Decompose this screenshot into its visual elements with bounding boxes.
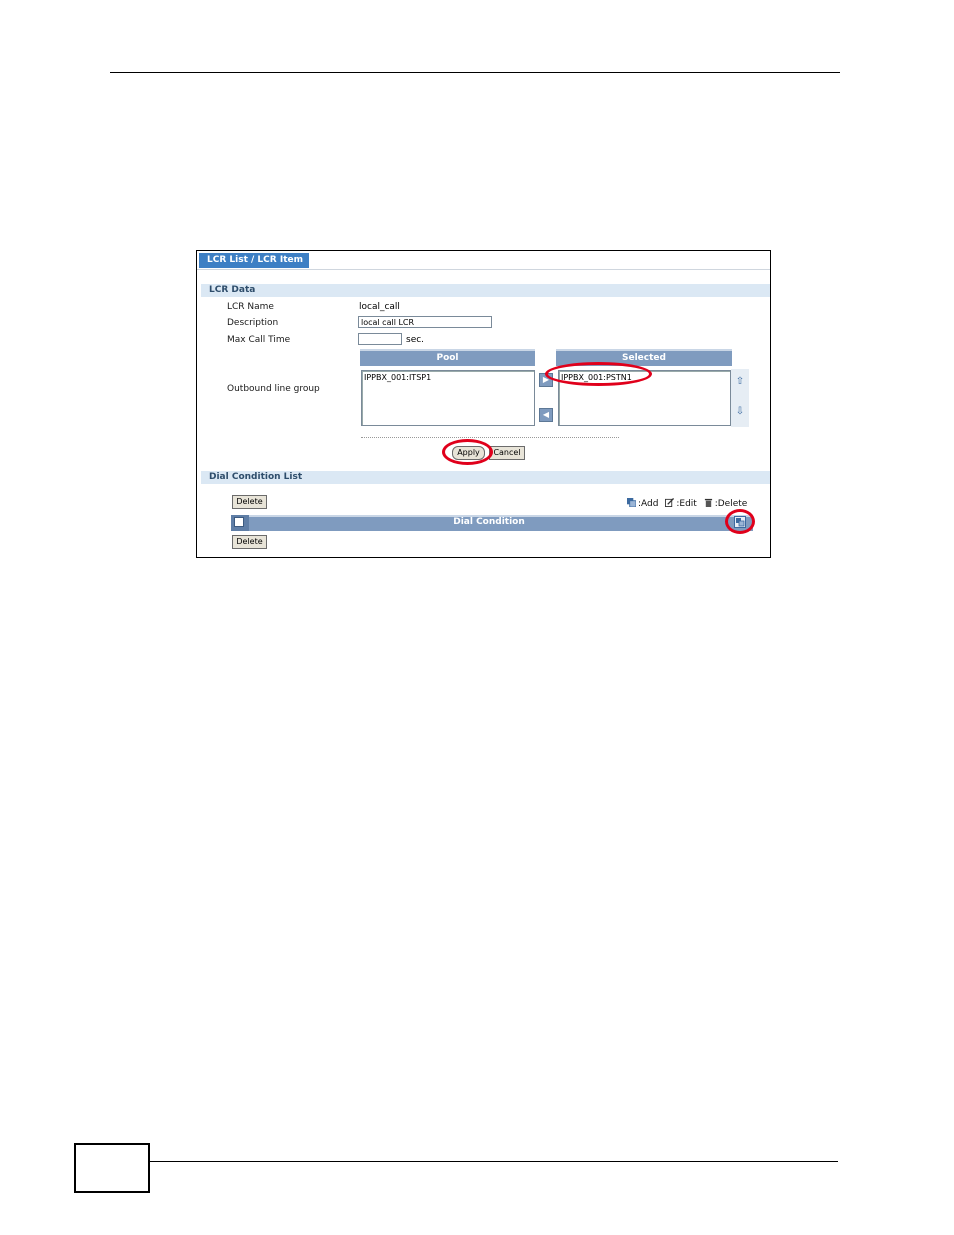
legend-add-label: :Add (638, 499, 659, 509)
description-label: Description (227, 318, 279, 328)
edit-icon (665, 498, 675, 507)
delete-button-top[interactable]: Delete (232, 495, 267, 509)
max-call-time-label: Max Call Time (227, 335, 291, 345)
lcr-name-label: LCR Name (227, 302, 274, 312)
move-down-icon[interactable]: ⇩ (734, 406, 746, 418)
add-icon (627, 498, 636, 507)
max-call-time-input[interactable] (358, 333, 402, 345)
trash-icon (704, 498, 712, 507)
lcr-item-screenshot: LCR List / LCR Item LCR Data LCR Name lo… (196, 250, 771, 558)
arrow-left-icon: ◀ (542, 410, 550, 419)
page-header-rule (110, 72, 840, 73)
divider (361, 437, 619, 438)
dial-condition-section-title: Dial Condition List (201, 471, 770, 484)
lcr-name-value: local_call (359, 302, 400, 312)
page-footer-rule (150, 1161, 838, 1162)
cancel-button[interactable]: Cancel (489, 446, 525, 460)
tab-lcr-item[interactable]: LCR List / LCR Item (199, 253, 309, 268)
outbound-line-group-label: Outbound line group (227, 384, 320, 394)
legend-edit-label: :Edit (676, 499, 697, 509)
select-all-checkbox[interactable] (234, 517, 244, 527)
move-up-icon[interactable]: ⇧ (734, 376, 746, 388)
icon-legend: :Add :Edit :Delete (627, 498, 747, 509)
pool-header: Pool (360, 349, 535, 366)
pool-listbox[interactable]: IPPBX_001:ITSP1 (361, 370, 535, 426)
delete-button-bottom[interactable]: Delete (232, 535, 267, 549)
lcr-data-section-title: LCR Data (201, 284, 770, 297)
description-input[interactable]: local call LCR (358, 316, 492, 328)
order-controls: ⇧ ⇩ (731, 369, 749, 427)
legend-delete-label: :Delete (714, 499, 748, 509)
highlight-ring-add (725, 509, 755, 534)
move-left-button[interactable]: ◀ (539, 408, 553, 422)
highlight-ring-apply (442, 439, 493, 465)
max-call-time-unit: sec. (406, 335, 425, 345)
tab-bar: LCR List / LCR Item (197, 251, 770, 270)
page-number-box (74, 1143, 150, 1193)
highlight-ring-selected (545, 362, 652, 386)
dial-condition-column-header: Dial Condition (453, 517, 525, 527)
pool-item[interactable]: IPPBX_001:ITSP1 (364, 373, 532, 382)
